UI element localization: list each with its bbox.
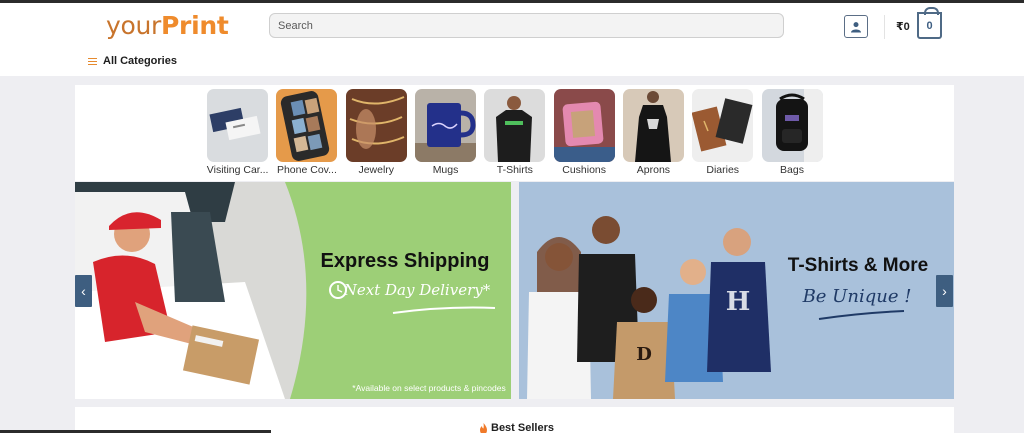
all-categories-menu[interactable]: All Categories <box>88 55 177 67</box>
category-label: Cushions <box>562 164 607 176</box>
category-strip: Visiting Car... Phone Cov... Jewelry Mug… <box>203 89 827 176</box>
account-button[interactable] <box>844 15 868 38</box>
banner-express-shipping[interactable]: Express Shipping Next Day Delivery* *Ava… <box>75 182 511 399</box>
best-sellers-label: Best Sellers <box>491 422 554 433</box>
visiting-cards-icon <box>207 89 269 162</box>
category-label: Aprons <box>636 164 671 176</box>
cushion-icon <box>553 89 615 162</box>
category-label: Diaries <box>706 164 740 176</box>
site-header: yourPrint ₹0 0 All Categories <box>0 3 1024 76</box>
fire-icon <box>480 422 487 433</box>
brand-logo[interactable]: yourPrint <box>106 11 229 40</box>
brand-logo-part1: your <box>106 11 162 40</box>
delivery-banner-illustration: Express Shipping Next Day Delivery* *Ava… <box>75 182 511 399</box>
user-icon <box>851 21 861 32</box>
category-tshirts[interactable]: T-Shirts <box>480 89 549 176</box>
category-label: Mugs <box>432 164 459 176</box>
category-aprons[interactable]: Aprons <box>619 89 688 176</box>
chevron-left-icon: ‹ <box>81 283 86 299</box>
jewelry-icon <box>345 89 407 162</box>
svg-text:D: D <box>636 344 652 365</box>
phone-cover-icon <box>276 89 338 162</box>
tshirt-icon <box>484 89 546 162</box>
banner-tshirts-more[interactable]: D H T-Shirts & More Be Unique ! <box>519 182 954 399</box>
search-input[interactable] <box>269 13 784 38</box>
header-divider <box>884 15 885 39</box>
carousel-prev-button[interactable]: ‹ <box>75 275 92 307</box>
category-label: Bags <box>780 164 804 176</box>
express-note: *Available on select products & pincodes <box>352 383 505 393</box>
cart-button[interactable]: 0 <box>917 7 942 39</box>
category-label: Jewelry <box>358 164 395 176</box>
brand-logo-part2: Print <box>161 11 229 40</box>
cart-total: ₹0 <box>896 21 910 33</box>
category-mugs[interactable]: Mugs <box>411 89 480 176</box>
category-label: T-Shirts <box>496 164 533 176</box>
chevron-right-icon: › <box>942 283 947 299</box>
category-jewelry[interactable]: Jewelry <box>342 89 411 176</box>
all-categories-label: All Categories <box>103 55 177 67</box>
hamburger-icon <box>88 57 97 65</box>
category-cushions[interactable]: Cushions <box>549 89 618 176</box>
tshirts-subtitle: Be Unique ! <box>802 286 912 307</box>
cart-count: 0 <box>926 19 933 32</box>
category-diaries[interactable]: Diaries <box>688 89 757 176</box>
best-sellers-heading: Best Sellers <box>479 422 554 433</box>
tshirts-banner-illustration: D H T-Shirts & More Be Unique ! <box>519 182 954 399</box>
diary-icon <box>692 89 754 162</box>
category-visiting-cards[interactable]: Visiting Car... <box>203 89 272 176</box>
category-label: Visiting Car... <box>206 164 269 176</box>
bag-icon <box>761 89 823 162</box>
mug-icon <box>415 89 477 162</box>
express-subtitle: Next Day Delivery* <box>343 281 491 299</box>
category-bags[interactable]: Bags <box>757 89 826 176</box>
category-label: Phone Cov... <box>276 164 337 176</box>
tshirts-title: T-Shirts & More <box>788 255 928 276</box>
express-title: Express Shipping <box>321 250 490 272</box>
apron-icon <box>622 89 684 162</box>
svg-text:H: H <box>726 287 751 317</box>
category-phone-covers[interactable]: Phone Cov... <box>272 89 341 176</box>
carousel-next-button[interactable]: › <box>936 275 953 307</box>
